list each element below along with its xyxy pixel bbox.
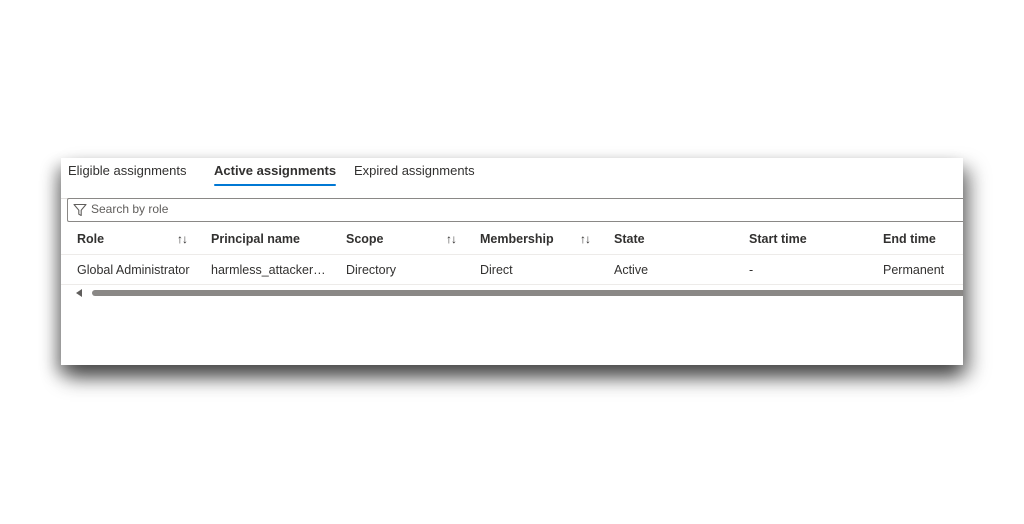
tab-expired-assignments[interactable]: Expired assignments: [354, 163, 475, 185]
column-header-end-time[interactable]: End time: [883, 232, 963, 246]
tab-eligible-assignments[interactable]: Eligible assignments: [68, 163, 187, 185]
column-header-membership[interactable]: Membership: [480, 232, 570, 246]
cell-start-time: -: [749, 263, 754, 277]
cell-principal-name: harmless_attacker@...: [211, 263, 336, 277]
search-box: [67, 198, 963, 222]
cell-scope: Directory: [346, 263, 397, 277]
scroll-left-arrow-icon[interactable]: [76, 289, 82, 297]
cell-membership: Direct: [480, 263, 513, 277]
column-header-principal-name[interactable]: Principal name: [211, 232, 331, 246]
sort-membership-icon[interactable]: ↑↓: [580, 232, 591, 246]
search-input[interactable]: [91, 200, 491, 218]
horizontal-scrollbar[interactable]: [61, 287, 963, 299]
cell-state: Active: [614, 263, 649, 277]
table-row[interactable]: Global Administrator harmless_attacker@.…: [61, 255, 963, 285]
cell-role[interactable]: Global Administrator: [77, 263, 202, 277]
table-header: Role ↑↓ Principal name Scope ↑↓ Membersh…: [61, 226, 963, 255]
column-header-role[interactable]: Role: [77, 232, 167, 246]
tab-active-assignments[interactable]: Active assignments: [214, 163, 337, 186]
sort-role-icon[interactable]: ↑↓: [177, 232, 188, 246]
cell-end-time: Permanent: [883, 263, 945, 277]
assignment-tabs: Eligible assignments Active assignments …: [61, 158, 963, 199]
scrollbar-thumb[interactable]: [92, 290, 963, 296]
column-header-state[interactable]: State: [614, 232, 724, 246]
column-header-start-time[interactable]: Start time: [749, 232, 859, 246]
sort-scope-icon[interactable]: ↑↓: [446, 232, 457, 246]
filter-icon: [73, 203, 87, 217]
assignments-panel: Eligible assignments Active assignments …: [61, 158, 963, 365]
column-header-scope[interactable]: Scope: [346, 232, 436, 246]
